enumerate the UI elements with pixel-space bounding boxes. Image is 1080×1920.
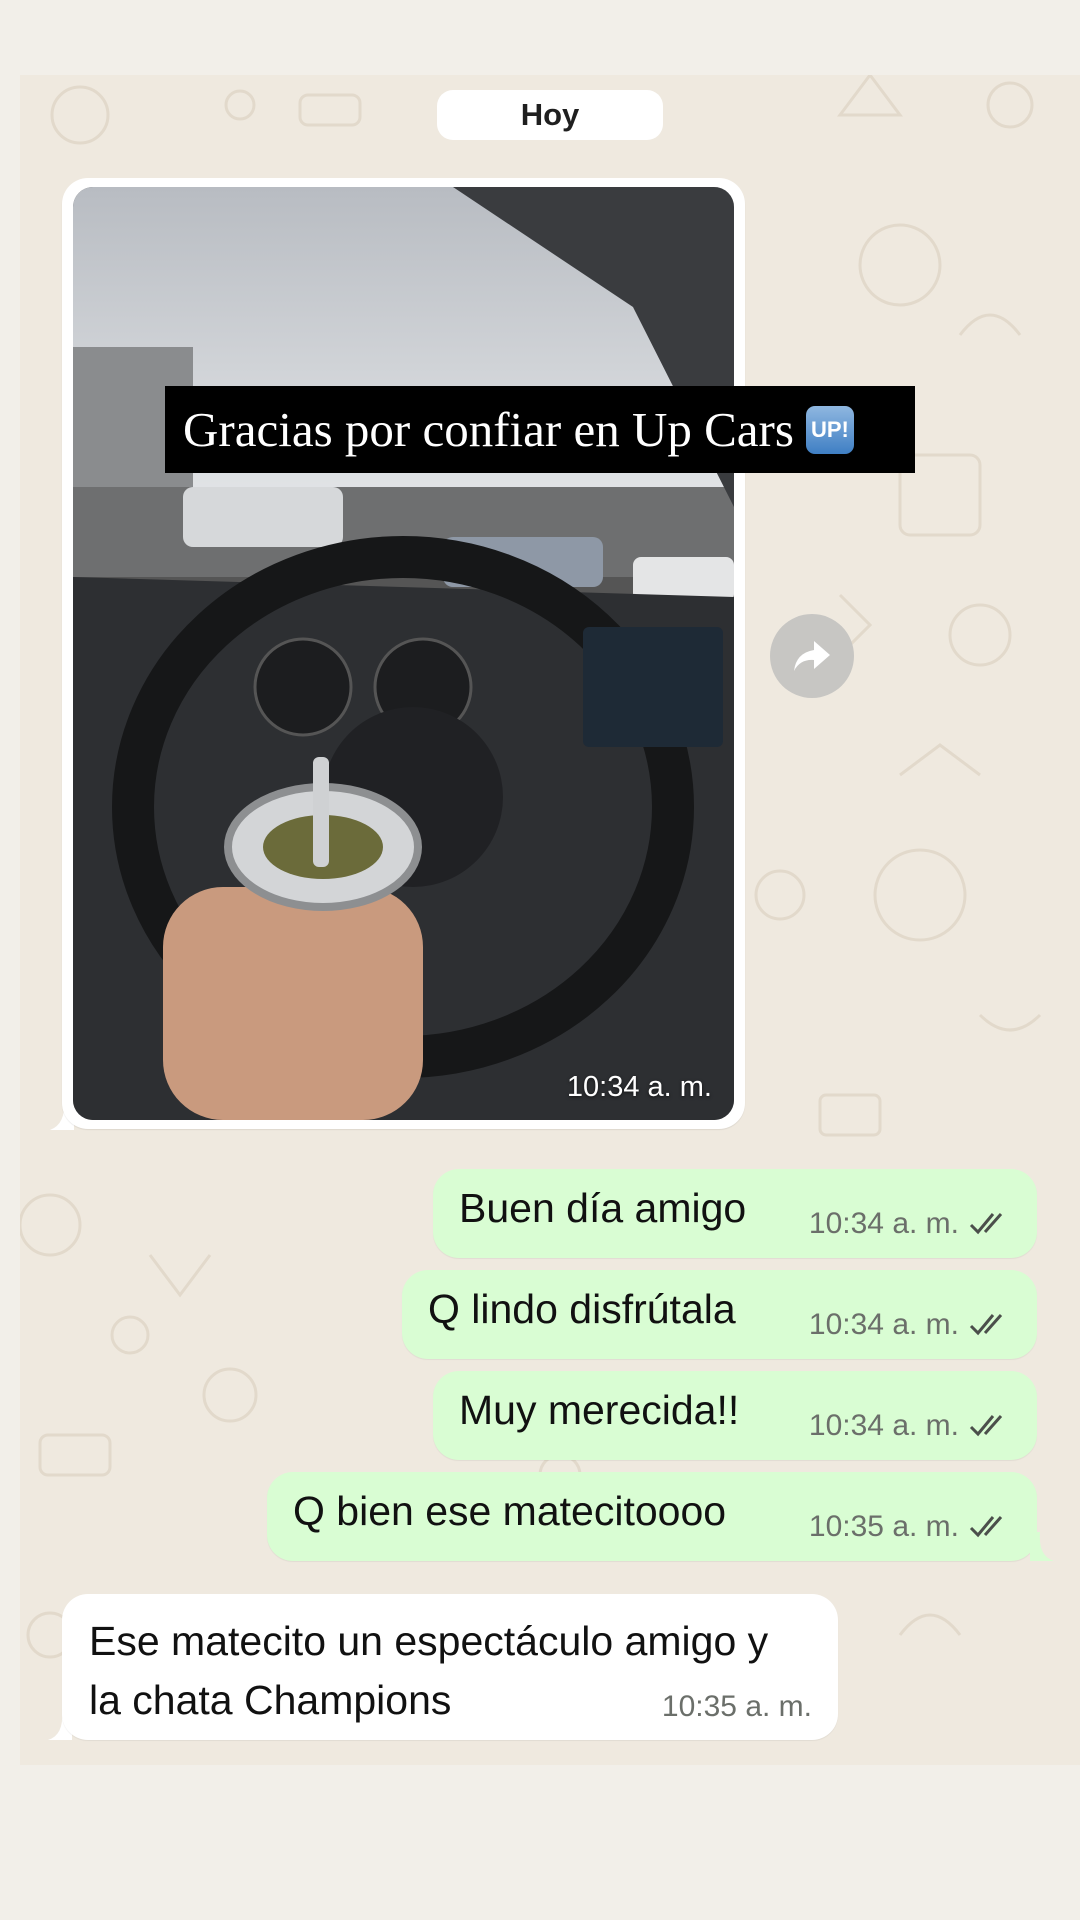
caption-overlay-text: Gracias por confiar en Up Cars xyxy=(183,402,794,457)
forward-arrow-icon xyxy=(794,641,830,671)
incoming-message[interactable]: Ese matecito un espectáculo amigo y la c… xyxy=(62,1594,838,1740)
message-time: 10:35 a. m. xyxy=(808,1510,959,1543)
outgoing-message[interactable]: Muy merecida!! 10:34 a. m. xyxy=(433,1371,1037,1460)
message-meta: 10:34 a. m. xyxy=(809,1409,1011,1443)
double-check-icon xyxy=(969,1516,1003,1538)
outgoing-message[interactable]: Buen día amigo 10:34 a. m. xyxy=(433,1169,1037,1258)
outgoing-message[interactable]: Q lindo disfrútala 10:34 a. m. xyxy=(402,1270,1037,1359)
date-chip: Hoy xyxy=(437,90,663,140)
double-check-icon xyxy=(969,1415,1003,1437)
double-check-icon xyxy=(969,1213,1003,1235)
message-text: Muy merecida!! xyxy=(459,1387,740,1433)
date-chip-label: Hoy xyxy=(520,97,580,132)
message-meta: 10:34 a. m. xyxy=(809,1308,1011,1342)
image-message[interactable]: 10:34 a. m. xyxy=(62,178,745,1129)
car-interior-photo xyxy=(73,187,734,1120)
caption-overlay: Gracias por confiar en Up Cars UP! xyxy=(165,386,915,473)
outgoing-bubble-tail xyxy=(1030,1532,1054,1561)
message-text: Buen día amigo xyxy=(459,1185,747,1231)
image-timestamp: 10:34 a. m. xyxy=(566,1071,712,1103)
message-meta: 10:34 a. m. xyxy=(809,1207,1011,1241)
message-time: 10:34 a. m. xyxy=(808,1308,959,1341)
up-emoji-icon: UP! xyxy=(805,405,854,454)
message-time: 10:34 a. m. xyxy=(808,1207,959,1240)
message-text: Q lindo disfrútala xyxy=(428,1286,736,1332)
message-meta: 10:35 a. m. xyxy=(809,1510,1011,1544)
message-time: 10:35 a. m. xyxy=(661,1690,812,1723)
message-text: Q bien ese matecitoooo xyxy=(293,1488,727,1534)
message-time: 10:34 a. m. xyxy=(808,1409,959,1442)
forward-button[interactable] xyxy=(770,614,854,698)
double-check-icon xyxy=(969,1314,1003,1336)
message-photo[interactable]: 10:34 a. m. xyxy=(73,187,734,1120)
outgoing-message[interactable]: Q bien ese matecitoooo 10:35 a. m. xyxy=(267,1472,1037,1561)
